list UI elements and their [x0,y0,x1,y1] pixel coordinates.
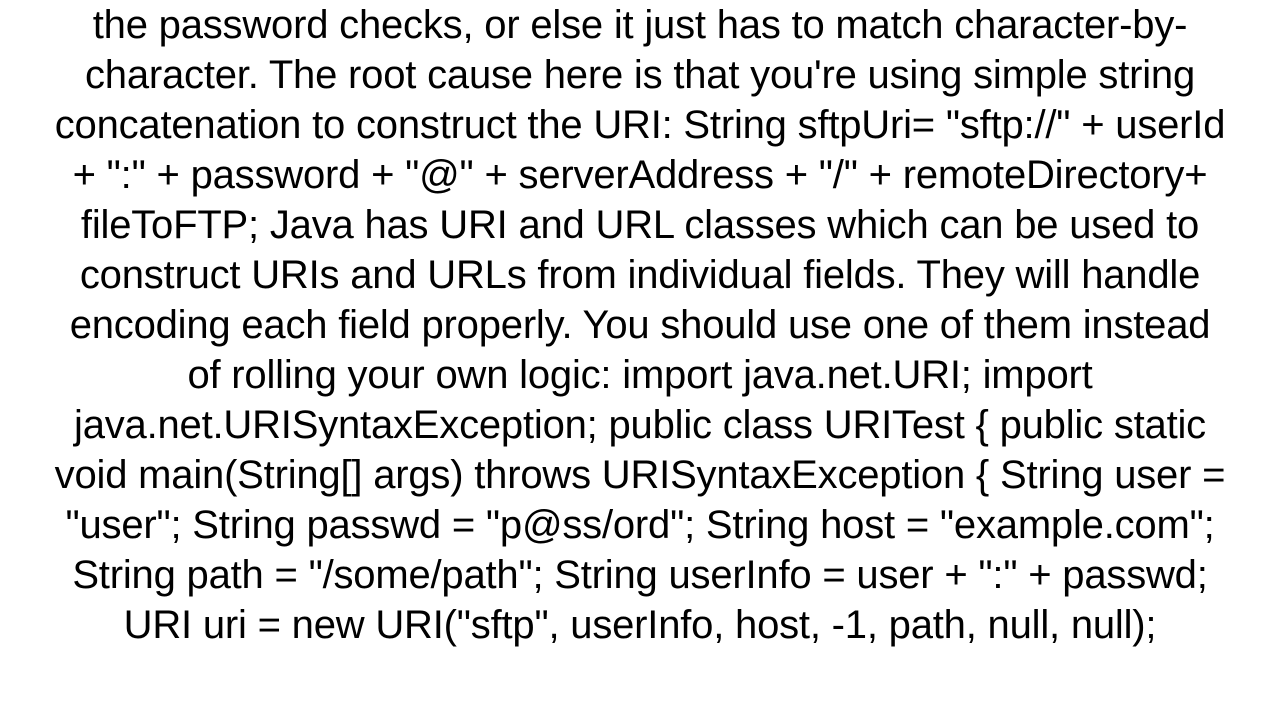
document-body: the password checks, or else it just has… [0,0,1280,650]
